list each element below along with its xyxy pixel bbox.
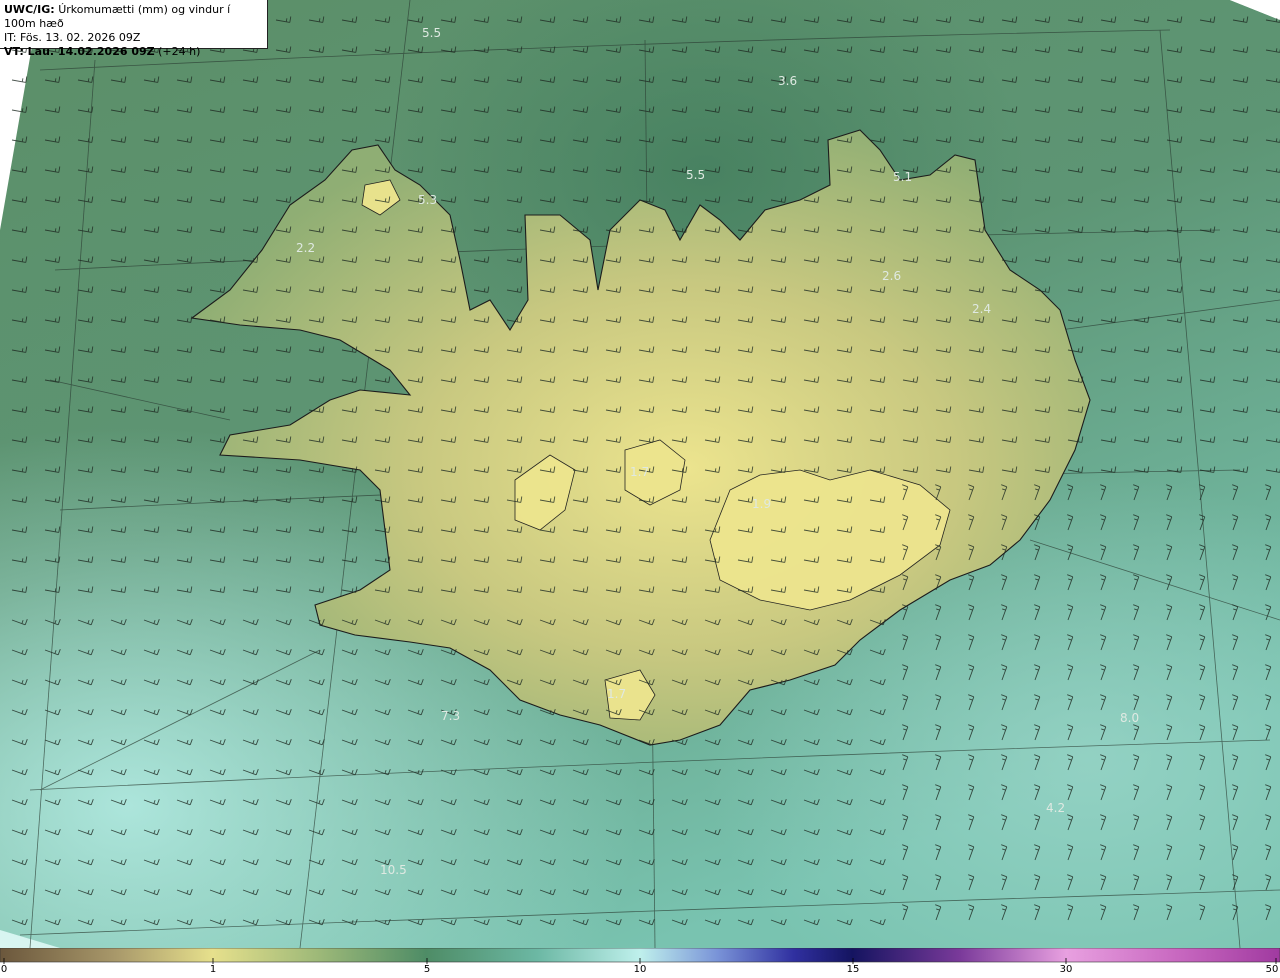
colorbar-tick-label: 10 bbox=[633, 964, 647, 975]
value-label: 10.5 bbox=[380, 863, 407, 877]
value-label: 5.5 bbox=[422, 26, 441, 40]
map-stage: 5.5 3.6 5.5 5.1 5.3 2.2 2.6 2.4 1.7 1.9 … bbox=[0, 0, 1280, 978]
colorbar: 0 1 5 10 15 30 50 bbox=[0, 948, 1280, 978]
value-label: 7.3 bbox=[441, 709, 460, 723]
value-label: 5.3 bbox=[418, 193, 437, 207]
colorbar-tick-label: 5 bbox=[423, 964, 431, 975]
title-line: UWC/IG: Úrkomumætti (mm) og vindur í 100… bbox=[4, 3, 263, 31]
colorbar-tick-label: 1 bbox=[209, 964, 217, 975]
valid-time-line: VT: Lau. 14.02.2026 09Z (+24 h) bbox=[4, 45, 263, 59]
value-label: 1.9 bbox=[752, 497, 771, 511]
info-box: UWC/IG: Úrkomumætti (mm) og vindur í 100… bbox=[0, 0, 268, 58]
value-label: 4.2 bbox=[1046, 801, 1065, 815]
precipitation-map: 5.5 3.6 5.5 5.1 5.3 2.2 2.6 2.4 1.7 1.9 … bbox=[0, 0, 1280, 948]
issue-time: IT: Fös. 13. 02. 2026 09Z bbox=[4, 31, 141, 44]
colorbar-tick-label: 0 bbox=[0, 964, 8, 975]
value-label: 2.6 bbox=[882, 269, 901, 283]
value-label: 2.4 bbox=[972, 302, 991, 316]
lead-time: (+24 h) bbox=[158, 45, 201, 58]
colorbar-tick-label: 30 bbox=[1059, 964, 1073, 975]
colorbar-tick-label: 50 bbox=[1265, 964, 1279, 975]
value-label: 1.7 bbox=[607, 687, 626, 701]
value-label: 5.1 bbox=[893, 170, 912, 184]
model-name: UWC/IG: bbox=[4, 3, 55, 16]
valid-time: VT: Lau. 14.02.2026 09Z bbox=[4, 45, 155, 58]
value-label: 5.5 bbox=[686, 168, 705, 182]
value-label: 8.0 bbox=[1120, 711, 1139, 725]
value-label: 3.6 bbox=[778, 74, 797, 88]
value-label: 2.2 bbox=[296, 241, 315, 255]
colorbar-tick-label: 15 bbox=[846, 964, 860, 975]
value-label: 1.7 bbox=[630, 465, 649, 479]
